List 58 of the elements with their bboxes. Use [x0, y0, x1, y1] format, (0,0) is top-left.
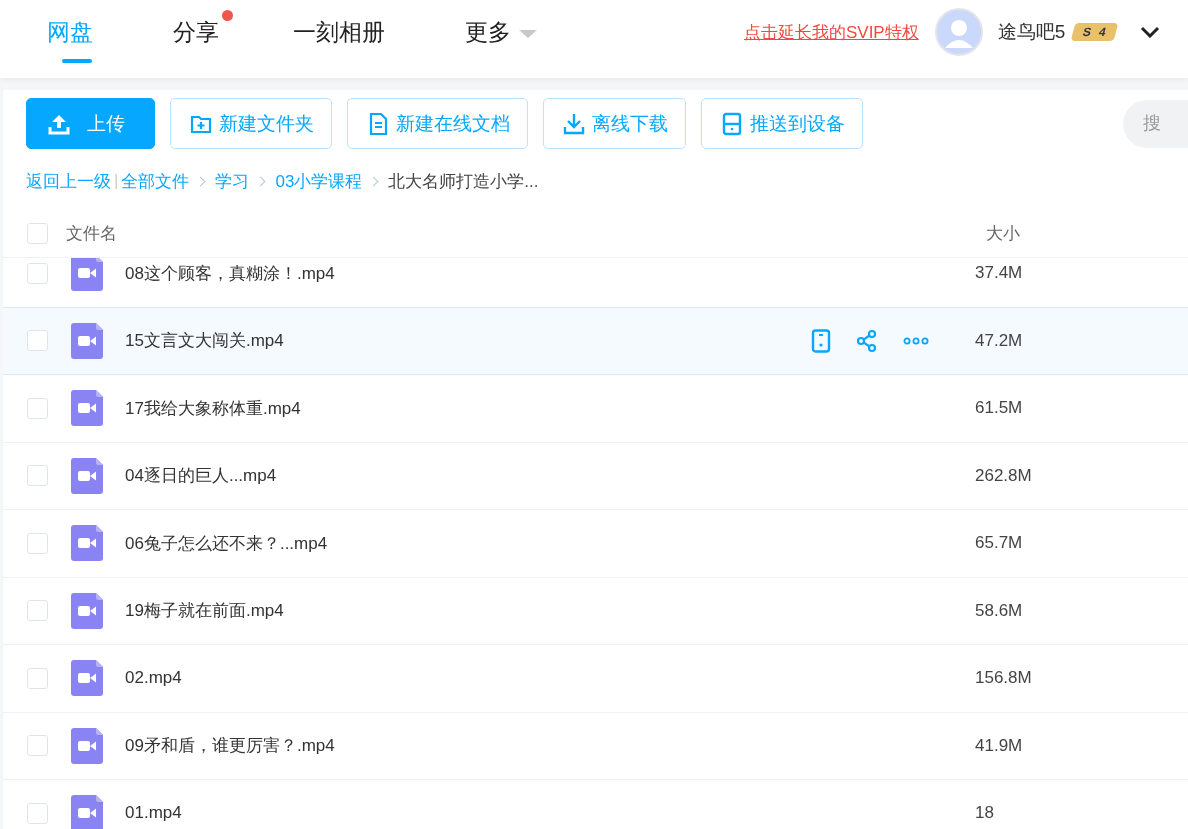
file-row[interactable]: 15文言文大闯关.mp4 47.2M [3, 306, 1188, 375]
video-file-icon [71, 258, 103, 292]
video-file-icon [71, 457, 103, 494]
file-size: 61.5M [975, 398, 1024, 419]
row-checkbox[interactable] [27, 532, 48, 554]
column-header[interactable]: 大小 [986, 221, 1188, 245]
row-checkbox[interactable] [27, 600, 48, 622]
row-checkbox[interactable] [27, 465, 48, 487]
breadcrumb-current: 北大名师打造小学... [388, 170, 539, 193]
vip-badge: S 4 [1070, 23, 1119, 41]
column-header[interactable]: 文件名 [66, 221, 986, 245]
more-icon[interactable] [903, 336, 929, 345]
file-name[interactable]: 15文言文大闯关.mp4 [125, 329, 811, 353]
user-name[interactable]: 途鸟吧5 [997, 19, 1066, 45]
search-field[interactable]: 搜 [1123, 99, 1188, 148]
file-name[interactable]: 02.mp4 [125, 668, 811, 689]
video-file-icon [71, 525, 103, 562]
row-checkbox[interactable] [27, 262, 48, 284]
notification-dot [222, 10, 233, 21]
file-size: 41.9M [975, 735, 1024, 756]
video-file-icon [71, 660, 103, 697]
nav-tab[interactable]: 分享 [173, 0, 233, 78]
file-size: 65.7M [975, 533, 1024, 554]
file-size: 37.4M [975, 263, 1024, 284]
nav-tab[interactable]: 一刻相册 [293, 0, 399, 78]
file-name[interactable]: 19梅子就在前面.mp4 [125, 599, 811, 623]
chevron-down-icon[interactable] [1140, 26, 1160, 38]
video-file-icon [71, 322, 103, 359]
download-icon [562, 111, 586, 136]
nav-tab[interactable]: 更多 [465, 0, 551, 78]
video-file-icon [71, 592, 103, 629]
tablet-icon [720, 111, 744, 136]
file-size: 156.8M [975, 668, 1033, 689]
row-checkbox[interactable] [27, 330, 48, 352]
file-name[interactable]: 04逐日的巨人...mp4 [125, 464, 811, 488]
row-checkbox[interactable] [27, 802, 48, 824]
file-name[interactable]: 09矛和盾，谁更厉害？.mp4 [125, 734, 811, 758]
row-checkbox[interactable] [27, 735, 48, 757]
share-icon[interactable] [855, 328, 879, 353]
avatar-icon[interactable] [934, 8, 983, 56]
video-file-icon [71, 795, 103, 829]
row-checkbox[interactable] [27, 397, 48, 419]
video-file-icon [71, 390, 103, 427]
tablet-icon[interactable] [811, 328, 831, 353]
file-size: 47.2M [975, 330, 1024, 351]
file-size: 58.6M [975, 600, 1024, 621]
file-name[interactable]: 17我给大象称体重.mp4 [125, 396, 811, 420]
svip-link[interactable]: 点击延长我的SVIP特权 [743, 20, 919, 44]
row-checkbox[interactable] [27, 667, 48, 689]
select-all-checkbox[interactable] [27, 222, 48, 244]
breadcrumb-divider: | [114, 171, 119, 191]
file-size: 18 [975, 803, 995, 824]
file-name[interactable]: 08这个顾客，真糊涂！.mp4 [125, 261, 811, 285]
caret-icon[interactable] [519, 29, 537, 38]
file-size: 262.8M [975, 465, 1033, 486]
file-name[interactable]: 01.mp4 [125, 803, 811, 824]
file-name[interactable]: 06兔子怎么还不来？...mp4 [125, 531, 811, 555]
video-file-icon [71, 727, 103, 764]
